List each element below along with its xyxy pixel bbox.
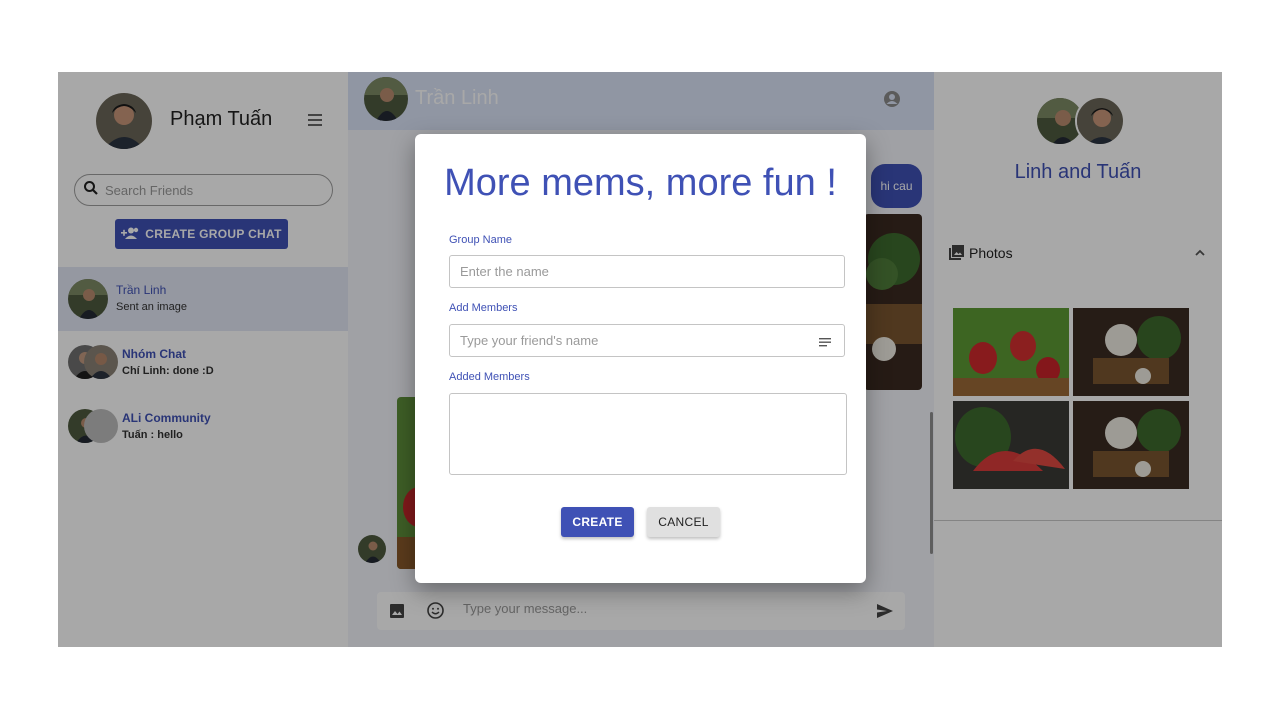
app-window: Phạm Tuấn CREATE GROUP CHAT Trần Linh Se… (58, 72, 1222, 647)
list-icon[interactable] (818, 335, 832, 347)
create-group-dialog: More mems, more fun ! Group Name Add Mem… (415, 134, 866, 583)
group-name-label: Group Name (449, 234, 512, 246)
group-name-field (449, 255, 845, 288)
cancel-button[interactable]: CANCEL (647, 507, 720, 537)
added-members-label: Added Members (449, 371, 530, 383)
add-members-input[interactable] (450, 333, 790, 348)
dialog-title: More mems, more fun ! (444, 162, 837, 204)
add-members-field (449, 324, 845, 357)
group-name-input[interactable] (450, 264, 790, 279)
added-members-box[interactable] (449, 393, 847, 475)
create-button[interactable]: CREATE (561, 507, 634, 537)
add-members-label: Add Members (449, 302, 518, 314)
